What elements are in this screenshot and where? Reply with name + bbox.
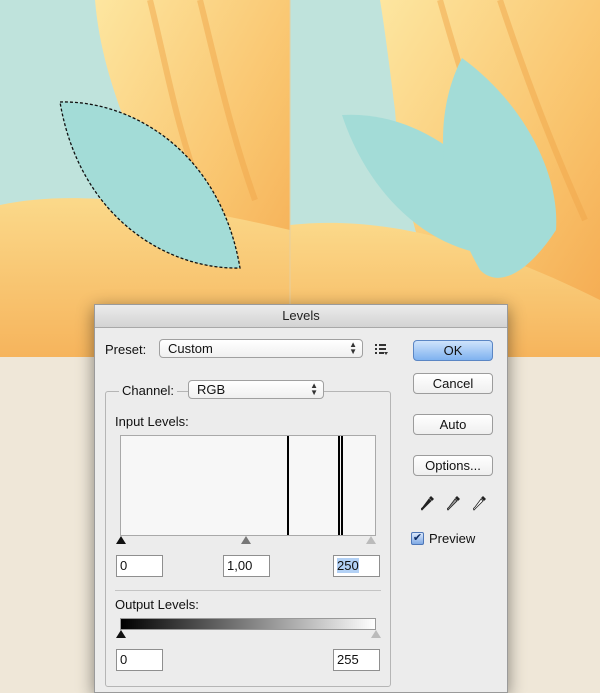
cancel-button[interactable]: Cancel [413,373,493,394]
input-black-field[interactable]: 0 [116,555,163,577]
gray-eyedropper-icon[interactable] [447,495,461,511]
ok-button[interactable]: OK [413,340,493,361]
histogram [120,435,376,536]
input-white-slider[interactable] [366,536,376,544]
histogram-spike [341,436,343,535]
channel-select[interactable]: RGB ▲ ▼ [188,380,324,399]
histogram-spike [287,436,289,535]
input-gamma-slider[interactable] [241,536,251,544]
output-white-slider[interactable] [371,630,381,638]
output-gradient [120,618,376,630]
output-white-field[interactable]: 255 [333,649,380,671]
input-white-field[interactable]: 250 [333,555,380,577]
input-gamma-field[interactable]: 1,00 [223,555,270,577]
preset-select[interactable]: Custom ▲ ▼ [159,339,363,358]
dialog-title: Levels [95,305,507,328]
preset-value: Custom [168,341,213,356]
output-black-field[interactable]: 0 [116,649,163,671]
levels-dialog: Levels Preset: Custom ▲ ▼ Channel: RGB ▲ ▼… [94,304,508,693]
histogram-spike [338,436,340,535]
input-white-value: 250 [337,558,359,573]
input-levels-label: Input Levels: [115,414,189,429]
output-levels-label: Output Levels: [115,597,199,612]
preview-label: Preview [429,531,476,546]
auto-button[interactable]: Auto [413,414,493,435]
channel-value: RGB [197,382,226,397]
channel-label: Channel: [119,383,178,398]
preset-menu-icon[interactable] [375,343,389,355]
select-arrows-icon: ▲ ▼ [349,340,357,356]
input-black-slider[interactable] [116,536,126,544]
options-button[interactable]: Options... [413,455,493,476]
divider [115,590,381,591]
preview-checkbox[interactable]: ✔ [411,532,424,545]
select-arrows-icon: ▲ ▼ [310,381,318,397]
preset-label: Preset: [105,342,147,357]
black-eyedropper-icon[interactable] [421,495,435,511]
white-eyedropper-icon[interactable] [473,495,487,511]
output-black-slider[interactable] [116,630,126,638]
